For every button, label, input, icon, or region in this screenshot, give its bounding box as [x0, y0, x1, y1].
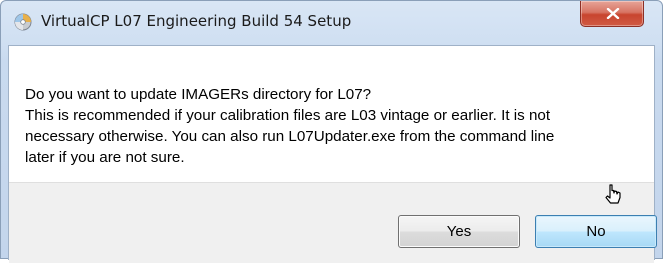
close-button[interactable]	[580, 1, 644, 27]
button-bar: Yes No	[9, 182, 657, 263]
title-bar[interactable]: VirtualCP L07 Engineering Build 54 Setup	[1, 1, 662, 45]
close-icon	[606, 8, 620, 19]
setup-disc-icon	[14, 13, 32, 31]
message-text: Do you want to update IMAGERs directory …	[25, 84, 625, 168]
yes-button[interactable]: Yes	[398, 215, 520, 248]
window-title: VirtualCP L07 Engineering Build 54 Setup	[41, 12, 352, 30]
no-button[interactable]: No	[535, 215, 657, 248]
message-line: later if you are not sure.	[25, 149, 185, 166]
setup-dialog-window: VirtualCP L07 Engineering Build 54 Setup…	[0, 0, 663, 263]
message-line: This is recommended if your calibration …	[25, 107, 551, 124]
message-line: Do you want to update IMAGERs directory …	[25, 86, 372, 103]
mouse-pointer-icon	[605, 184, 621, 204]
message-line: necessary otherwise. You can also run L0…	[25, 128, 555, 145]
dialog-content: Do you want to update IMAGERs directory …	[8, 45, 657, 263]
